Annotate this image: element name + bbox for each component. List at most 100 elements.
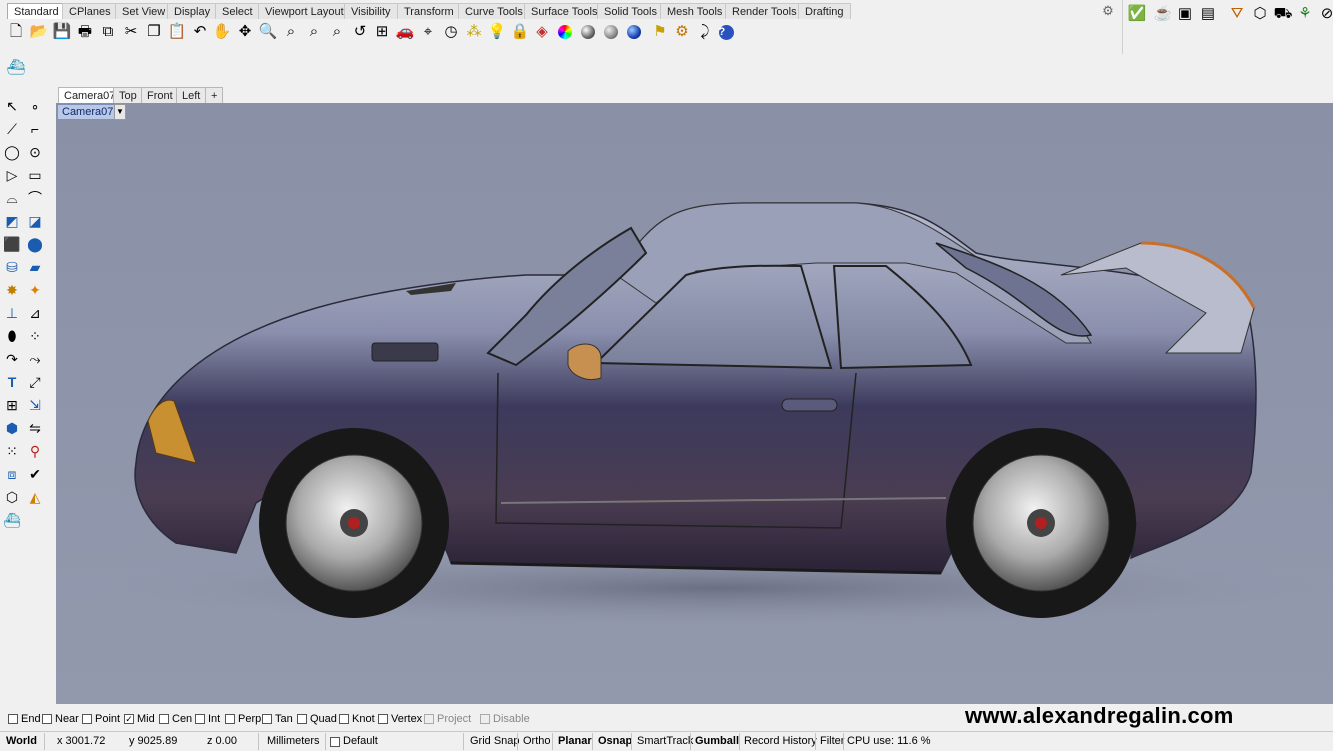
window-icon[interactable]: ▤ bbox=[1198, 4, 1218, 24]
checkbox-icon[interactable] bbox=[225, 714, 235, 724]
tab-solid-tools[interactable]: Solid Tools bbox=[597, 3, 664, 19]
checkmark-icon[interactable]: ✔ bbox=[25, 464, 45, 484]
gumball-toggle[interactable]: Gumball bbox=[695, 734, 739, 749]
flow-icon[interactable]: ⇲ bbox=[25, 395, 45, 415]
viewport-tab-front[interactable]: Front bbox=[141, 87, 179, 103]
rectangle-icon[interactable]: ▭ bbox=[25, 165, 45, 185]
undo-icon[interactable]: ↶ bbox=[190, 22, 210, 42]
surface-corner-icon[interactable]: ◩ bbox=[2, 211, 22, 231]
viewport-title[interactable]: Camera07 bbox=[57, 104, 119, 120]
checkbox-icon[interactable] bbox=[378, 714, 388, 724]
solid-icon[interactable]: ⬢ bbox=[2, 418, 22, 438]
shell-icon[interactable]: ⬡ bbox=[2, 487, 22, 507]
checkbox-icon[interactable] bbox=[297, 714, 307, 724]
print-icon[interactable]: 🖶 bbox=[75, 22, 95, 42]
pan-hand-icon[interactable]: ✋ bbox=[212, 22, 232, 42]
planar-toggle[interactable]: Planar bbox=[558, 734, 592, 749]
paint-icon[interactable]: ◭ bbox=[25, 487, 45, 507]
tab-display[interactable]: Display bbox=[167, 3, 218, 19]
osnap-perp[interactable]: Perp bbox=[225, 713, 261, 725]
rotate-view-icon[interactable]: ✥ bbox=[235, 22, 255, 42]
cut-icon[interactable]: ✂ bbox=[121, 22, 141, 42]
options-icon[interactable]: ⚙ bbox=[672, 22, 692, 42]
four-viewports-icon[interactable]: ⊞ bbox=[372, 22, 392, 42]
light-icon[interactable]: ✸ bbox=[2, 280, 22, 300]
osnap-near[interactable]: Near bbox=[42, 713, 79, 725]
undo-view-icon[interactable]: ↺ bbox=[350, 22, 370, 42]
grid-snap-toggle[interactable]: Grid Snap bbox=[470, 734, 520, 749]
cplane-indicator[interactable]: World bbox=[6, 734, 37, 749]
render-sphere-icon[interactable] bbox=[578, 22, 598, 42]
rendered-sphere-icon[interactable] bbox=[624, 22, 644, 42]
check-icon[interactable]: ✅ bbox=[1127, 4, 1147, 24]
save-icon[interactable]: 💾 bbox=[52, 22, 72, 42]
offset-icon[interactable]: ⊿ bbox=[25, 303, 45, 323]
smarttrack-toggle[interactable]: SmartTrack bbox=[637, 734, 693, 749]
curve-cv-icon[interactable]: ⌐ bbox=[25, 119, 45, 139]
tab-curve-tools[interactable]: Curve Tools bbox=[458, 3, 530, 19]
command-icon[interactable]: ⛴ bbox=[2, 510, 22, 530]
polyline-icon[interactable]: ⟋ bbox=[2, 119, 22, 139]
polygon-icon[interactable]: ▷ bbox=[2, 165, 22, 185]
tab-standard[interactable]: Standard bbox=[7, 3, 66, 19]
checkbox-icon[interactable] bbox=[262, 714, 272, 724]
vehicle-icon[interactable]: ⛟ bbox=[1273, 4, 1293, 24]
checkbox-icon[interactable] bbox=[339, 714, 349, 724]
zoom-selected-icon[interactable]: ⌕ bbox=[327, 22, 347, 42]
help-icon[interactable]: ? bbox=[716, 22, 736, 42]
checkbox-icon[interactable] bbox=[8, 714, 18, 724]
add-viewport-button[interactable]: + bbox=[205, 87, 224, 103]
lamp-icon[interactable]: ⛛ bbox=[1227, 4, 1247, 24]
color-wheel-icon[interactable] bbox=[555, 22, 575, 42]
grass-icon[interactable]: ⚘ bbox=[1295, 4, 1315, 24]
checkbox-icon[interactable] bbox=[159, 714, 169, 724]
checkbox-icon[interactable] bbox=[424, 714, 434, 724]
fillet-icon[interactable]: ⌓ bbox=[2, 188, 22, 208]
paste-icon[interactable]: 📋 bbox=[167, 22, 187, 42]
mirror-icon[interactable]: ⇋ bbox=[25, 418, 45, 438]
export-icon[interactable]: ⧉ bbox=[98, 22, 118, 42]
tab-surface-tools[interactable]: Surface Tools bbox=[524, 3, 605, 19]
tab-transform[interactable]: Transform bbox=[397, 3, 461, 19]
osnap-cen[interactable]: Cen bbox=[159, 713, 192, 725]
analyze-icon[interactable]: ⚲ bbox=[25, 441, 45, 461]
units-display[interactable]: Millimeters bbox=[267, 734, 320, 749]
point-icon[interactable]: ∘ bbox=[25, 96, 45, 116]
tab-mesh-tools[interactable]: Mesh Tools bbox=[660, 3, 730, 19]
tab-select[interactable]: Select bbox=[215, 3, 260, 19]
scale-icon[interactable]: ⤢ bbox=[25, 372, 45, 392]
select-arrow-icon[interactable]: ↖ bbox=[2, 96, 22, 116]
car-icon[interactable]: 🚗 bbox=[395, 22, 415, 42]
zoom-extents-icon[interactable]: ⌕ bbox=[304, 22, 324, 42]
box-solid-icon[interactable]: ⬛ bbox=[2, 234, 22, 254]
checkbox-icon[interactable] bbox=[195, 714, 205, 724]
osnap-end[interactable]: End bbox=[8, 713, 41, 725]
snap-toggle-icon[interactable]: ⤸ bbox=[695, 22, 715, 42]
tab-cplanes[interactable]: CPlanes bbox=[62, 3, 118, 19]
teapot-icon[interactable]: ☕ bbox=[1153, 4, 1173, 24]
circle-icon[interactable]: ◯ bbox=[2, 142, 22, 162]
tab-drafting[interactable]: Drafting bbox=[798, 3, 851, 19]
command-history-icon[interactable]: ⛴ bbox=[6, 58, 26, 78]
boolean-union-icon[interactable]: ⬤ bbox=[25, 234, 45, 254]
dimension-icon[interactable]: ⊥ bbox=[2, 303, 22, 323]
panel-icon[interactable]: ▣ bbox=[1175, 4, 1195, 24]
viewport-tab-camera07[interactable]: Camera07 bbox=[58, 87, 122, 103]
surface-patch-icon[interactable]: ◪ bbox=[25, 211, 45, 231]
checkbox-icon[interactable] bbox=[82, 714, 92, 724]
osnap-knot[interactable]: Knot bbox=[339, 713, 375, 725]
checkbox-icon[interactable] bbox=[480, 714, 490, 724]
properties-icon[interactable]: ⚑ bbox=[650, 22, 670, 42]
arc-icon[interactable]: ⌒ bbox=[25, 188, 45, 208]
osnap-disable[interactable]: Disable bbox=[480, 713, 530, 725]
trim-icon[interactable]: ⤳ bbox=[25, 349, 45, 369]
blend-curve-icon[interactable]: ↷ bbox=[2, 349, 22, 369]
checkbox-checked-icon[interactable]: ✓ bbox=[124, 714, 134, 724]
osnap-toggle[interactable]: Osnap bbox=[598, 734, 632, 749]
named-view-icon[interactable]: ⌖ bbox=[418, 22, 438, 42]
lock-icon[interactable]: 🔒 bbox=[510, 22, 530, 42]
tab-viewport-layout[interactable]: Viewport Layout bbox=[258, 3, 351, 19]
layer-indicator[interactable]: Default bbox=[330, 734, 378, 749]
osnap-project[interactable]: Project bbox=[424, 713, 471, 725]
grid-array-icon[interactable]: ⁙ bbox=[2, 441, 22, 461]
